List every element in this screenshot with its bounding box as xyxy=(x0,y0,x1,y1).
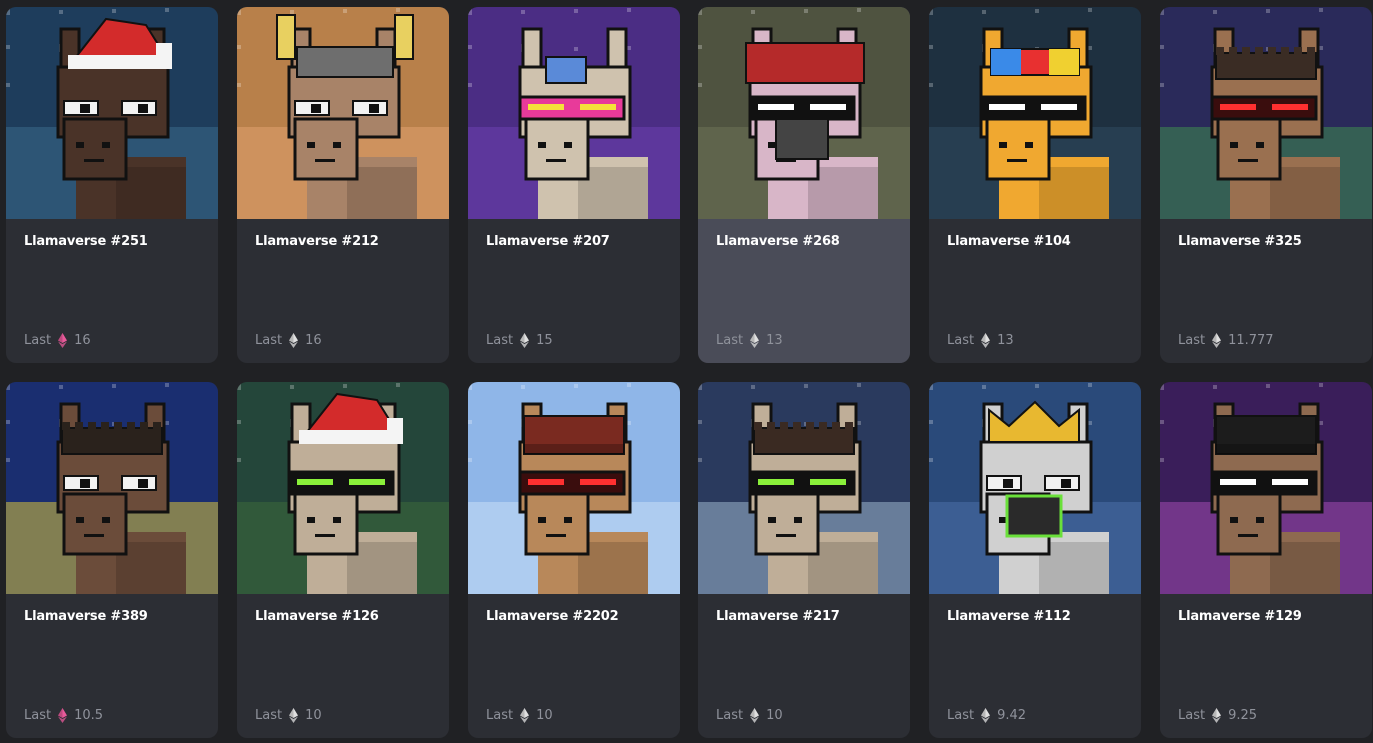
nft-card[interactable]: Llamaverse #112 Last 9.42 xyxy=(929,382,1141,738)
eth-icon xyxy=(981,333,991,348)
nft-card[interactable]: Llamaverse #325 Last 11.777 xyxy=(1160,7,1372,363)
nft-card[interactable]: Llamaverse #217 Last 10 xyxy=(698,382,910,738)
price-value: 16 xyxy=(74,333,91,348)
nft-title[interactable]: Llamaverse #217 xyxy=(716,609,840,624)
nft-image[interactable] xyxy=(929,382,1141,594)
last-label: Last xyxy=(947,708,975,723)
eth-icon xyxy=(750,333,760,348)
nft-card[interactable]: Llamaverse #104 Last 13 xyxy=(929,7,1141,363)
eth-icon xyxy=(520,708,530,723)
eth-icon xyxy=(289,333,299,348)
nft-card[interactable]: Llamaverse #212 Last 16 xyxy=(237,7,449,363)
price-value: 10.5 xyxy=(74,708,104,723)
eth-icon xyxy=(58,333,68,348)
llama-artwork xyxy=(698,7,910,219)
nft-card[interactable]: Llamaverse #389 Last 10.5 xyxy=(6,382,218,738)
nft-card[interactable]: Llamaverse #207 Last 15 xyxy=(468,7,680,363)
nft-image[interactable] xyxy=(468,382,680,594)
last-sale-price: Last 9.42 xyxy=(947,708,1026,723)
last-sale-price: Last 13 xyxy=(716,333,783,348)
last-label: Last xyxy=(1178,708,1206,723)
last-label: Last xyxy=(24,333,52,348)
nft-title[interactable]: Llamaverse #325 xyxy=(1178,234,1302,249)
nft-card[interactable]: Llamaverse #126 Last 10 xyxy=(237,382,449,738)
llama-artwork xyxy=(237,7,449,219)
eth-icon xyxy=(289,708,299,723)
last-label: Last xyxy=(486,333,514,348)
nft-title[interactable]: Llamaverse #207 xyxy=(486,234,610,249)
last-label: Last xyxy=(947,333,975,348)
last-sale-price: Last 10 xyxy=(486,708,553,723)
nft-image[interactable] xyxy=(237,7,449,219)
llama-artwork xyxy=(237,382,449,594)
llama-artwork xyxy=(929,7,1141,219)
eth-icon xyxy=(58,708,68,723)
nft-image[interactable] xyxy=(237,382,449,594)
eth-icon xyxy=(750,708,760,723)
nft-image[interactable] xyxy=(698,382,910,594)
last-sale-price: Last 16 xyxy=(255,333,322,348)
nft-image[interactable] xyxy=(1160,382,1372,594)
llama-artwork xyxy=(6,7,218,219)
nft-card[interactable]: Llamaverse #2202 Last 10 xyxy=(468,382,680,738)
nft-title[interactable]: Llamaverse #212 xyxy=(255,234,379,249)
last-sale-price: Last 10.5 xyxy=(24,708,103,723)
last-sale-price: Last 10 xyxy=(716,708,783,723)
nft-title[interactable]: Llamaverse #129 xyxy=(1178,609,1302,624)
nft-image[interactable] xyxy=(468,7,680,219)
eth-icon xyxy=(1212,333,1222,348)
nft-card[interactable]: Llamaverse #268 Last 13 xyxy=(698,7,910,363)
nft-image[interactable] xyxy=(929,7,1141,219)
price-value: 9.42 xyxy=(997,708,1027,723)
price-value: 10 xyxy=(536,708,553,723)
last-sale-price: Last 10 xyxy=(255,708,322,723)
eth-icon xyxy=(520,333,530,348)
nft-image[interactable] xyxy=(698,7,910,219)
price-value: 10 xyxy=(766,708,783,723)
nft-card[interactable]: Llamaverse #129 Last 9.25 xyxy=(1160,382,1372,738)
last-label: Last xyxy=(24,708,52,723)
nft-image[interactable] xyxy=(6,382,218,594)
price-value: 9.25 xyxy=(1228,708,1258,723)
llama-artwork xyxy=(6,382,218,594)
price-value: 13 xyxy=(766,333,783,348)
nft-title[interactable]: Llamaverse #268 xyxy=(716,234,840,249)
llama-artwork xyxy=(1160,382,1372,594)
last-label: Last xyxy=(716,333,744,348)
nft-title[interactable]: Llamaverse #112 xyxy=(947,609,1071,624)
price-value: 13 xyxy=(997,333,1014,348)
nft-title[interactable]: Llamaverse #104 xyxy=(947,234,1071,249)
llama-artwork xyxy=(468,7,680,219)
last-sale-price: Last 11.777 xyxy=(1178,333,1274,348)
last-label: Last xyxy=(716,708,744,723)
llama-artwork xyxy=(698,382,910,594)
nft-title[interactable]: Llamaverse #2202 xyxy=(486,609,619,624)
last-sale-price: Last 13 xyxy=(947,333,1014,348)
nft-grid: Llamaverse #251 Last 16 Llamaverse #212 Last… xyxy=(0,0,1373,743)
nft-card[interactable]: Llamaverse #251 Last 16 xyxy=(6,7,218,363)
last-sale-price: Last 15 xyxy=(486,333,553,348)
nft-image[interactable] xyxy=(1160,7,1372,219)
last-sale-price: Last 9.25 xyxy=(1178,708,1257,723)
price-value: 15 xyxy=(536,333,553,348)
last-label: Last xyxy=(486,708,514,723)
last-sale-price: Last 16 xyxy=(24,333,91,348)
last-label: Last xyxy=(255,333,283,348)
last-label: Last xyxy=(1178,333,1206,348)
nft-image[interactable] xyxy=(6,7,218,219)
price-value: 16 xyxy=(305,333,322,348)
price-value: 11.777 xyxy=(1228,333,1274,348)
eth-icon xyxy=(981,708,991,723)
last-label: Last xyxy=(255,708,283,723)
nft-title[interactable]: Llamaverse #126 xyxy=(255,609,379,624)
nft-title[interactable]: Llamaverse #251 xyxy=(24,234,148,249)
eth-icon xyxy=(1212,708,1222,723)
llama-artwork xyxy=(1160,7,1372,219)
llama-artwork xyxy=(929,382,1141,594)
price-value: 10 xyxy=(305,708,322,723)
nft-title[interactable]: Llamaverse #389 xyxy=(24,609,148,624)
llama-artwork xyxy=(468,382,680,594)
